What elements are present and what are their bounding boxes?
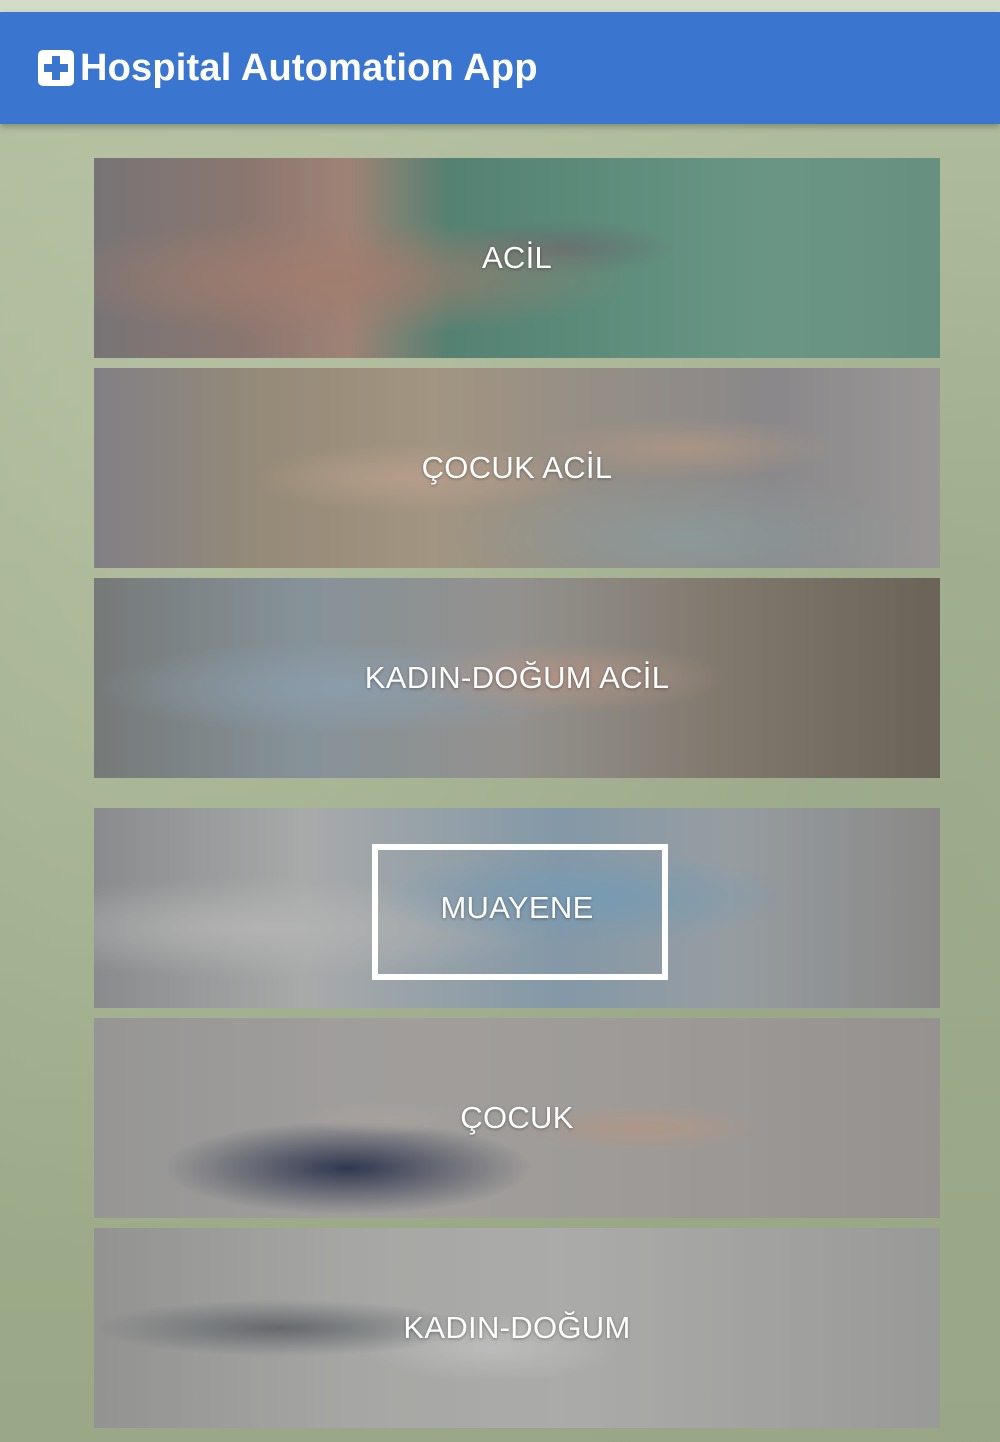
card-acil[interactable]: ACİL [94,158,940,358]
card-cocuk-acil[interactable]: ÇOCUK ACİL [94,368,940,568]
card-kadin-dogum-acil[interactable]: KADIN-DOĞUM ACİL [94,578,940,778]
top-strip [0,0,1000,12]
app-header: Hospital Automation App [0,12,1000,124]
card-label: MUAYENE [440,890,594,925]
card-cocuk[interactable]: ÇOCUK [94,1018,940,1218]
app-title: Hospital Automation App [80,47,538,89]
card-label: KADIN-DOĞUM ACİL [364,660,670,695]
card-label: ÇOCUK [460,1100,574,1135]
card-label: ACİL [481,240,553,275]
card-kadin-dogum[interactable]: KADIN-DOĞUM [94,1228,940,1428]
card-label: KADIN-DOĞUM [403,1310,631,1345]
hospital-cross-icon [38,50,74,86]
card-label: ÇOCUK ACİL [421,450,613,485]
card-muayene[interactable]: MUAYENE [94,808,940,1008]
